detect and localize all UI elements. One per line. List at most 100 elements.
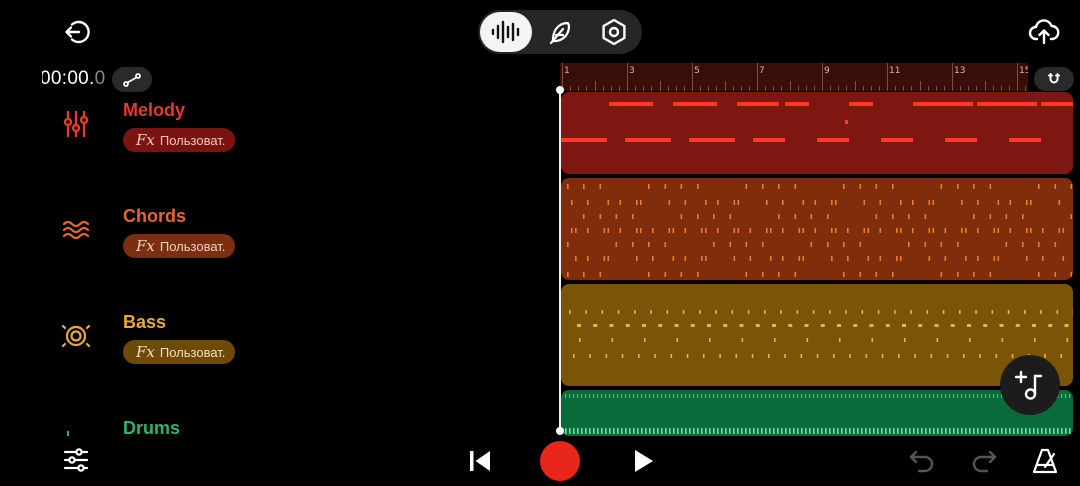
snap-magnet-button[interactable] [1034,67,1074,91]
chord-note [737,228,740,233]
lane-bass[interactable] [561,284,1073,386]
drum-hit [901,428,903,434]
playhead[interactable] [559,90,561,432]
chord-note [831,256,833,261]
skip-back-button[interactable] [462,444,498,478]
chord-note [867,256,870,261]
ruler-tick [797,86,799,91]
chord-note [599,214,602,219]
ruler-tick [911,86,913,91]
lane-drums[interactable] [561,390,1073,436]
chord-note [575,256,577,261]
drum-hit [761,394,763,398]
upload-button[interactable] [1024,14,1064,50]
chord-note [814,228,817,233]
chord-note [802,228,805,233]
mode-waveform-button[interactable] [480,12,532,52]
drum-hit [945,428,947,434]
chord-note [843,272,845,277]
record-button[interactable] [540,441,580,481]
chord-note [867,228,870,233]
drum-hit [981,428,983,434]
bass-note [963,354,965,358]
lane-melody[interactable] [561,92,1073,174]
chord-note [672,228,675,233]
drum-hit [829,428,831,434]
drum-hit [901,394,903,398]
drum-hit [833,394,835,398]
mixer-button[interactable] [58,442,94,478]
chord-note [863,200,866,205]
metronome-button[interactable] [1026,442,1064,480]
fx-preset-bass[interactable]: Fx Пользоват. [123,340,236,364]
chord-note [766,228,768,233]
chord-note [668,228,671,233]
timeline-ruler[interactable]: 1 3 5 7 9 11 13 15 [560,63,1028,91]
chord-note [762,184,764,189]
bass-note [764,310,766,314]
playhead-handle-top[interactable] [556,86,564,94]
drum-hit [585,394,587,398]
drum-hit [997,428,999,434]
chord-note [652,256,654,261]
bass-note [881,354,884,358]
drum-hit [729,394,731,398]
track-name-drums[interactable]: Drums [123,418,180,439]
chord-note [932,228,935,233]
fx-preset-melody[interactable]: Fx Пользоват. [123,128,236,152]
drum-hit [665,394,667,398]
ruler-tick [683,86,685,91]
redo-button[interactable] [964,444,1004,478]
drum-hit [985,394,987,398]
automation-button[interactable] [112,67,152,92]
mode-settings-button[interactable] [588,12,640,52]
ruler-tick [708,86,710,91]
mode-feather-button[interactable] [534,12,586,52]
track-name-chords[interactable]: Chords [123,206,186,227]
chord-note [640,200,642,205]
add-track-button[interactable] [1000,355,1060,415]
drum-hit [601,428,603,434]
drum-hit [645,428,647,434]
drum-hit [997,394,999,398]
drum-hit [993,428,995,434]
chord-note [827,214,829,219]
lane-chords[interactable] [561,178,1073,280]
chord-note [619,200,622,205]
chord-note [745,242,748,247]
chord-note [587,256,589,261]
drum-hit [765,394,767,398]
bass-note [991,310,994,314]
bass-note [666,310,669,314]
exit-button[interactable] [58,14,94,50]
exit-icon [65,20,90,44]
drum-hit [877,394,879,398]
drum-hit [881,394,883,398]
drum-hit [637,394,639,398]
chord-note [1030,228,1032,233]
drum-hit [793,394,795,398]
drum-hit [873,394,875,398]
play-button[interactable] [626,444,662,478]
drum-hit [749,428,751,434]
playhead-handle-bottom[interactable] [556,427,564,435]
fx-preset-chords[interactable]: Fx Пользоват. [123,234,236,258]
drum-hit [1005,428,1007,434]
drum-hit [1057,428,1059,434]
drum-hit [649,394,651,398]
drum-hit [937,428,939,434]
bass-note [1060,354,1063,358]
ruler-tick [643,86,645,91]
bass-note [1024,310,1026,314]
drum-hit [661,394,663,398]
drum-hit [717,394,719,398]
undo-button[interactable] [902,444,942,478]
bass-note [625,324,630,327]
chord-note [973,184,975,189]
chord-note [977,256,979,261]
drum-hit [657,394,659,398]
sliders-vertical-icon [63,110,89,138]
track-name-bass[interactable]: Bass [123,312,166,333]
track-name-melody[interactable]: Melody [123,100,185,121]
bass-note [800,354,803,358]
